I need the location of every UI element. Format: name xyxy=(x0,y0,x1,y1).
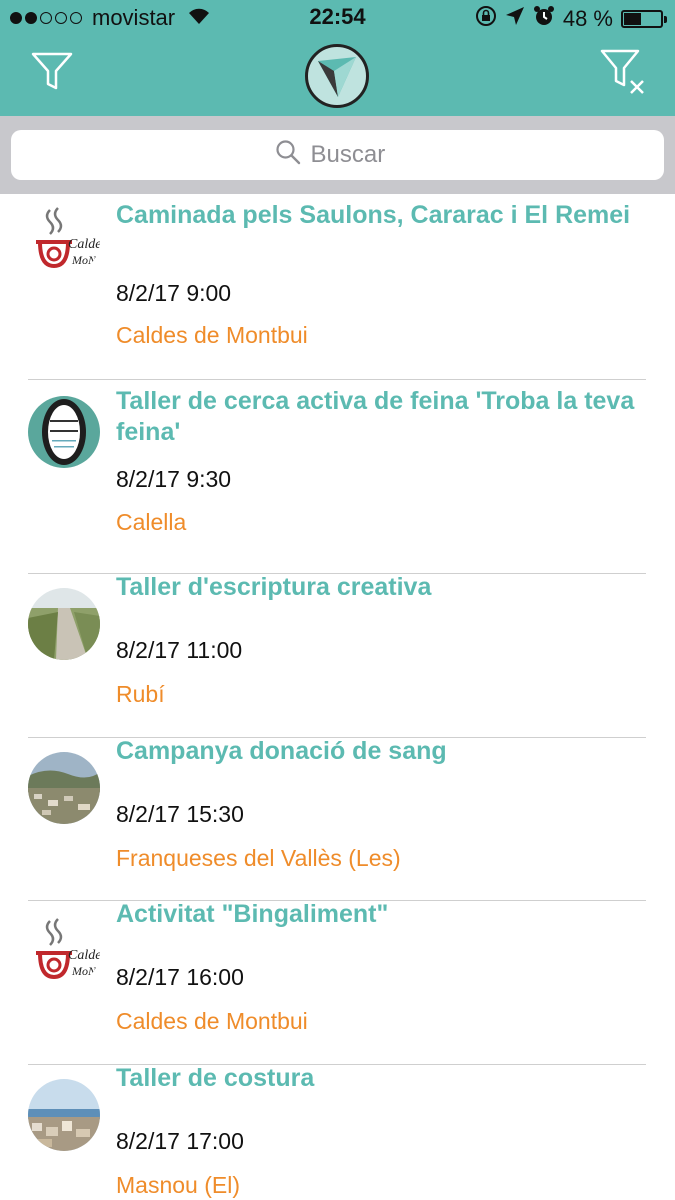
avatar xyxy=(28,588,100,660)
avatar xyxy=(28,1079,100,1151)
avatar xyxy=(28,396,100,468)
list-item[interactable]: Taller d'escriptura creativa 8/2/17 11:0… xyxy=(0,573,675,738)
event-date: 8/2/17 16:00 xyxy=(116,964,244,990)
search-field[interactable] xyxy=(11,130,664,180)
caldes-logo-icon: Caldes MoNJ xyxy=(28,204,100,276)
list-item[interactable]: Taller de cerca activa de feina 'Troba l… xyxy=(0,380,675,574)
list-item[interactable]: Campanya donació de sang 8/2/17 15:30 Fr… xyxy=(0,737,675,901)
event-title: Caminada pels Saulons, Cararac i El Reme… xyxy=(116,201,631,229)
clear-filter-icon xyxy=(599,47,647,102)
status-right: 48 % xyxy=(475,5,667,33)
svg-text:Caldes: Caldes xyxy=(68,237,100,252)
event-place: Caldes de Montbui xyxy=(116,322,308,348)
filter-icon xyxy=(30,50,74,99)
coastal-town-photo-icon xyxy=(28,1079,100,1151)
status-bar: movistar 22:54 48 % xyxy=(0,0,675,36)
caldes-logo-icon: Caldes MoNJ xyxy=(28,915,100,987)
event-title: Campanya donació de sang xyxy=(116,737,447,765)
search-input[interactable] xyxy=(310,141,401,169)
filter-button[interactable] xyxy=(24,46,80,102)
header: movistar 22:54 48 % xyxy=(0,0,675,116)
troba-feina-logo-icon xyxy=(28,396,100,468)
river-photo-icon xyxy=(28,588,100,660)
event-place: Rubí xyxy=(116,681,165,707)
event-date: 8/2/17 15:30 xyxy=(116,801,244,827)
svg-text:MoNJ: MoNJ xyxy=(71,253,100,267)
aerial-town-photo-icon xyxy=(28,752,100,824)
event-title: Taller de cerca activa de feina 'Troba l… xyxy=(116,387,635,446)
search-icon xyxy=(275,139,301,172)
event-list: Caldes MoNJ Caminada pels Saulons, Carar… xyxy=(0,194,675,1200)
list-item[interactable]: Caldes MoNJ Caminada pels Saulons, Carar… xyxy=(0,194,675,380)
battery-fill xyxy=(624,13,641,25)
event-title: Taller de costura xyxy=(116,1064,315,1092)
avatar: Caldes MoNJ xyxy=(28,204,100,276)
avatar: Caldes MoNJ xyxy=(28,915,100,987)
event-place: Masnou (El) xyxy=(116,1172,240,1198)
clear-filter-button[interactable] xyxy=(595,46,651,102)
battery-text: 48 % xyxy=(562,6,613,31)
event-place: Franqueses del Vallès (Les) xyxy=(116,845,401,871)
battery-icon xyxy=(621,10,667,28)
rotation-lock-icon xyxy=(475,5,497,33)
event-date: 8/2/17 11:00 xyxy=(116,637,243,663)
svg-text:Caldes: Caldes xyxy=(68,948,100,963)
event-date: 8/2/17 17:00 xyxy=(116,1128,244,1154)
event-date: 8/2/17 9:30 xyxy=(116,466,232,492)
alarm-icon xyxy=(533,5,555,33)
list-item[interactable]: Taller de costura 8/2/17 17:00 Masnou (E… xyxy=(0,1064,675,1200)
list-item[interactable]: Caldes MoNJ Activitat "Bingaliment" 8/2/… xyxy=(0,900,675,1065)
svg-text:MoNJ: MoNJ xyxy=(71,964,100,978)
location-icon xyxy=(505,6,525,32)
event-title: Taller d'escriptura creativa xyxy=(116,573,432,601)
event-date: 8/2/17 9:00 xyxy=(116,280,232,306)
event-place: Caldes de Montbui xyxy=(116,1008,308,1034)
event-place: Calella xyxy=(116,509,187,535)
avatar xyxy=(28,752,100,824)
search-bar xyxy=(0,116,675,194)
app-logo[interactable] xyxy=(305,44,369,108)
event-title: Activitat "Bingaliment" xyxy=(116,900,389,928)
